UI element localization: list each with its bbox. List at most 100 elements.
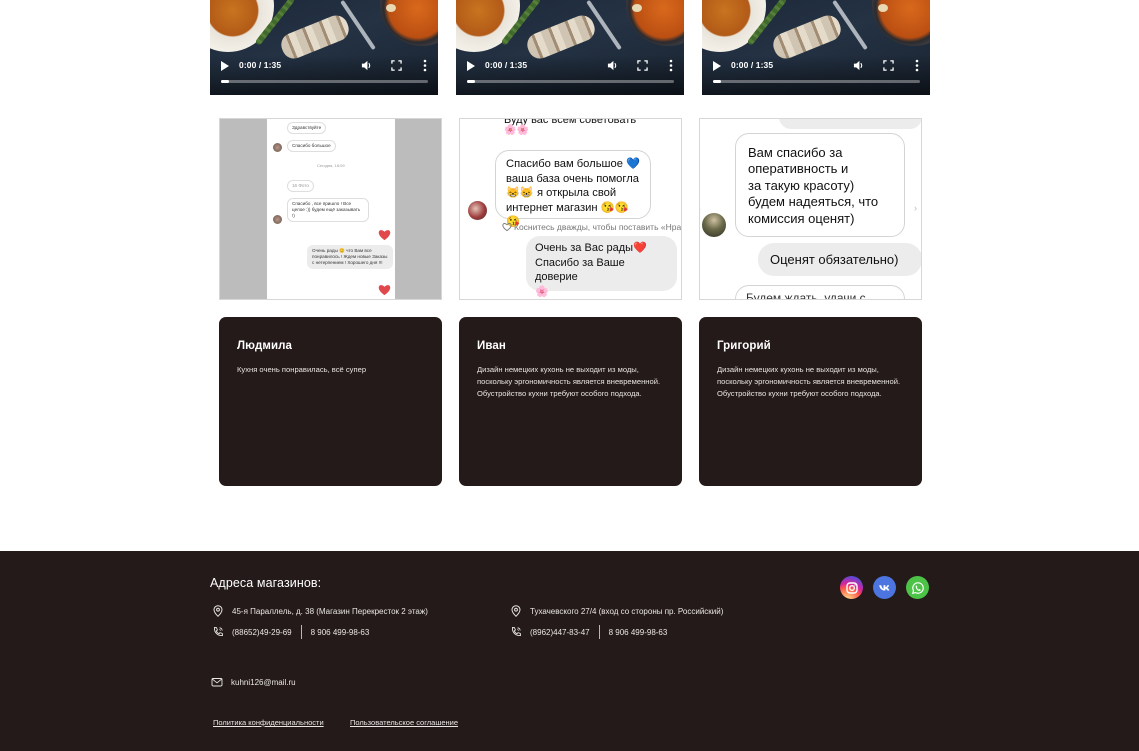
chat-line: 🌸 [535, 285, 549, 298]
chat-message-outgoing: Будем ждать, удачи с [735, 285, 905, 299]
store-phones: (8962)447-83-47 8 906 499-98-63 [510, 625, 667, 639]
vk-icon [878, 584, 889, 590]
fullscreen-icon[interactable] [637, 60, 648, 71]
chat-message: Спасибо большое [287, 140, 336, 152]
review-author: Людмила [237, 340, 293, 352]
video-controls: 0:00 / 1:35 [210, 59, 438, 73]
fullscreen-icon[interactable] [391, 60, 402, 71]
review-author: Иван [477, 340, 506, 352]
video-progress-bar[interactable] [221, 80, 428, 83]
phone-icon [512, 627, 521, 636]
chat-photos: 16 Фото [287, 180, 314, 192]
chat-message-outgoing: Спасибо вам большое 💙 ваша база очень по… [495, 150, 651, 228]
whatsapp-icon [911, 581, 924, 594]
chevron-left-icon[interactable]: ‹ [700, 205, 701, 215]
avatar [702, 213, 726, 237]
volume-icon[interactable] [853, 60, 864, 71]
play-icon[interactable] [713, 61, 721, 71]
review-card: Григорий Дизайн немецких кухонь не выход… [699, 317, 922, 486]
heart-outline-icon [502, 223, 512, 232]
video-controls: 0:00 / 1:35 [702, 59, 930, 73]
chat-line: Спасибо вам большое 💙 [506, 158, 640, 170]
phone-link[interactable]: 8 906 499-98-63 [311, 628, 370, 637]
like-hint: Коснитесь дважды, чтобы поставить «Нрави [514, 222, 682, 232]
chat-message-incoming: Очень за Вас рады❤️ Спасибо за Ваше дове… [526, 236, 677, 298]
food-plate [456, 0, 520, 52]
instagram-link[interactable] [840, 576, 863, 599]
chat-line: ваша база очень помогла [506, 172, 639, 185]
phone-icon [214, 627, 223, 636]
phone-link[interactable]: 8 906 499-98-63 [609, 628, 668, 637]
review-text: Кухня очень понравилась, всё супер [237, 365, 367, 374]
chat-date: Сегодня, 18:09 [317, 163, 345, 168]
privacy-policy-link[interactable]: Политика конфиденциальности [213, 718, 324, 727]
chat-message: Здравствуйте [287, 122, 327, 134]
footer: Адреса магазинов: 45-я Параллель, д. 38 … [0, 551, 1139, 751]
video-player[interactable]: 0:00 / 1:35 [702, 0, 930, 95]
store-phones: (88652)49-29-69 8 906 499-98-63 [212, 625, 369, 639]
chat-screen: Здравствуйте Спасибо большое Сегодня, 18… [267, 119, 395, 299]
footer-title: Адреса магазинов: [210, 576, 322, 590]
chat-line: оперативность и [748, 161, 849, 177]
review-author: Григорий [717, 340, 771, 352]
video-progress-bar[interactable] [713, 80, 920, 83]
food-piece [386, 4, 396, 12]
video-controls: 0:00 / 1:35 [456, 59, 684, 73]
location-pin-icon [213, 605, 223, 617]
chat-message: Очень рады 😊 что Вам все понравилось ! Ж… [307, 245, 393, 269]
store-address: 45-я Параллель, д. 38 (Магазин Перекрест… [212, 605, 428, 617]
review-card: Иван Дизайн немецких кухонь не выходит и… [459, 317, 682, 486]
location-pin-icon [511, 605, 521, 617]
review-screenshot[interactable]: Вам спасибо за оперативность и за такую … [699, 118, 922, 300]
volume-icon[interactable] [361, 60, 372, 71]
avatar [468, 201, 487, 220]
review-screenshot[interactable]: Буду вас всем советовать 🌸🌸 Спасибо вам … [459, 118, 682, 300]
food-plate [210, 0, 274, 52]
chevron-right-icon[interactable]: › [914, 203, 917, 213]
chat-message-incoming [779, 119, 921, 129]
chat-emoji: 🌸🌸 [504, 125, 529, 136]
more-options-icon[interactable] [423, 59, 427, 72]
video-time: 0:00 / 1:35 [239, 60, 282, 70]
whatsapp-link[interactable] [906, 576, 929, 599]
phone-link[interactable]: (88652)49-29-69 [232, 628, 292, 637]
address-text: 45-я Параллель, д. 38 (Магазин Перекрест… [232, 606, 428, 616]
heart-icon [378, 230, 391, 241]
instagram-icon [845, 581, 858, 594]
play-icon[interactable] [467, 61, 475, 71]
phone-link[interactable]: (8962)447-83-47 [530, 628, 590, 637]
email-link[interactable]: kuhni126@mail.ru [231, 678, 296, 687]
more-options-icon[interactable] [915, 59, 919, 72]
review-text: Дизайн немецких кухонь не выходит из мод… [717, 365, 901, 398]
user-agreement-link[interactable]: Пользовательское соглашение [350, 718, 458, 727]
chat-message-incoming: Оценят обязательно) [758, 243, 921, 276]
heart-icon [378, 285, 391, 296]
avatar [273, 215, 282, 224]
page: 0:00 / 1:35 0:00 / 1:35 0:00 / 1:35 Здра… [0, 0, 1139, 751]
food-piece [878, 4, 888, 12]
food-piece [632, 4, 642, 12]
review-card: Людмила Кухня очень понравилась, всё суп… [219, 317, 442, 486]
chat-message: Спасибо , все пришло ! Все целое :)) буд… [287, 198, 369, 222]
fullscreen-icon[interactable] [883, 60, 894, 71]
review-screenshot[interactable]: Здравствуйте Спасибо большое Сегодня, 18… [219, 118, 442, 300]
email-row: kuhni126@mail.ru [211, 676, 296, 688]
chat-line: Спасибо за Ваше доверие [535, 256, 625, 284]
video-player[interactable]: 0:00 / 1:35 [210, 0, 438, 95]
divider [598, 625, 600, 639]
vk-link[interactable] [873, 576, 896, 599]
chat-line: Вам спасибо за [748, 145, 843, 160]
video-progress-bar[interactable] [467, 80, 674, 83]
more-options-icon[interactable] [669, 59, 673, 72]
chat-line: 😸😸 я открыла свой [506, 187, 617, 199]
address-text: Тухачевского 27/4 (вход со стороны пр. Р… [530, 606, 724, 616]
store-address: Тухачевского 27/4 (вход со стороны пр. Р… [510, 605, 723, 617]
video-time: 0:00 / 1:35 [485, 60, 528, 70]
chat-line: комиссия оценят) [748, 210, 855, 226]
video-player[interactable]: 0:00 / 1:35 [456, 0, 684, 95]
play-icon[interactable] [221, 61, 229, 71]
chat-line: будем надеяться, что [748, 194, 879, 210]
divider [300, 625, 302, 639]
volume-icon[interactable] [607, 60, 618, 71]
food-plate [702, 0, 766, 52]
